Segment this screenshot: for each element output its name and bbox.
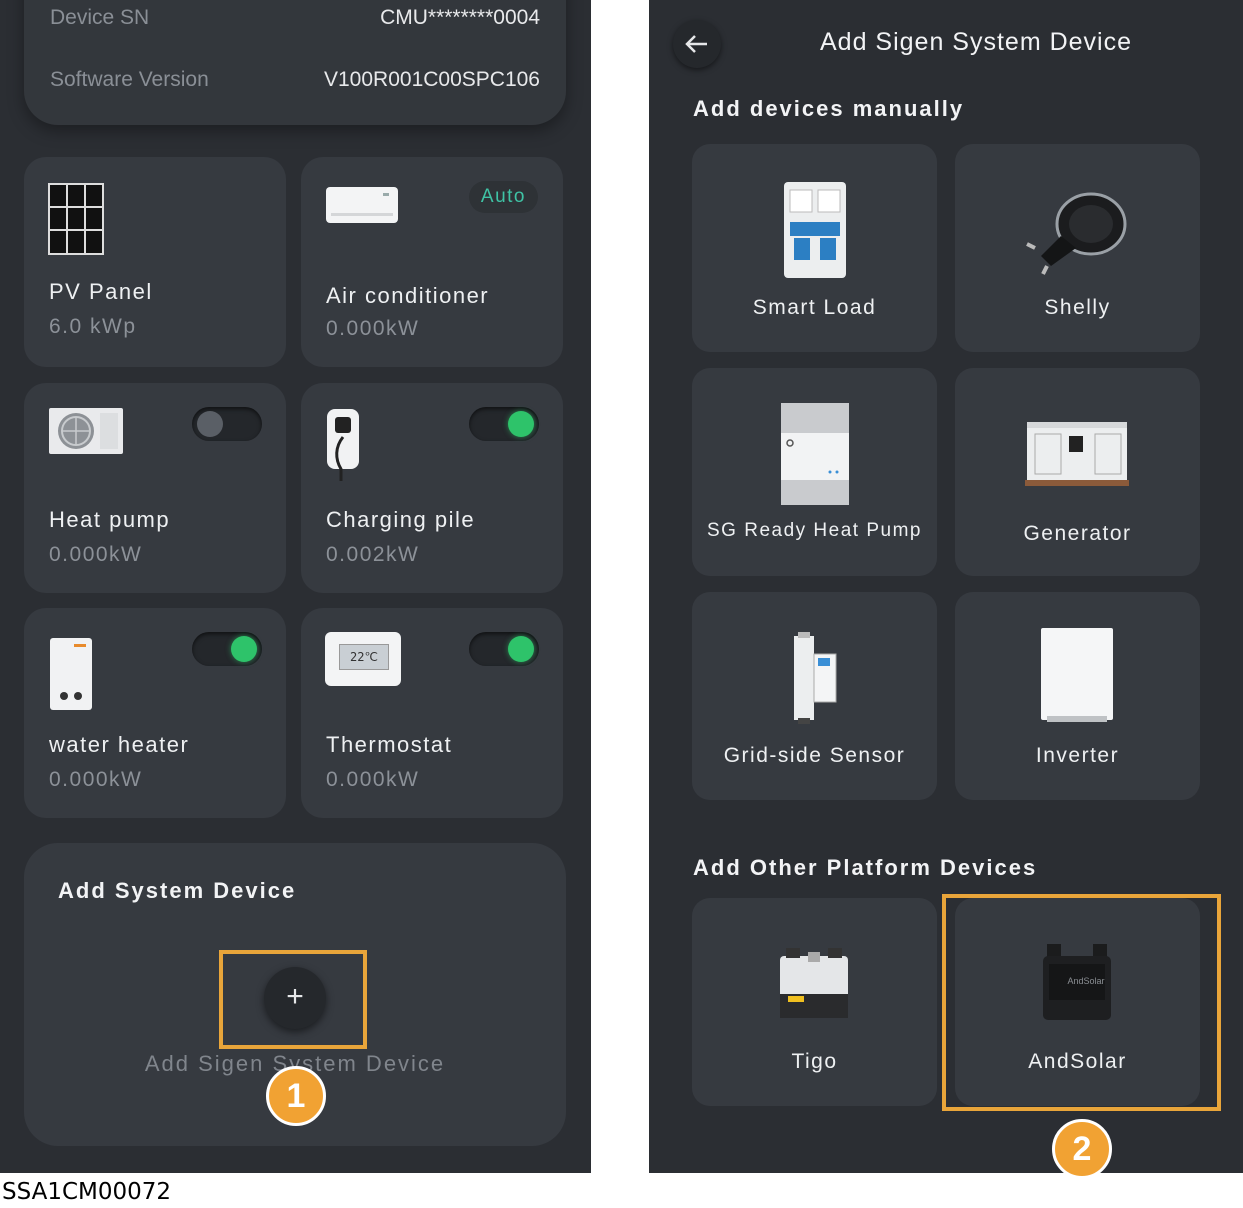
inverter-icon xyxy=(1041,628,1113,722)
device-value: 0.000kW xyxy=(326,317,420,340)
device-name: Heat pump xyxy=(49,507,171,532)
auto-mode-badge: Auto xyxy=(468,181,538,213)
device-tile-shelly[interactable]: Shelly xyxy=(955,144,1200,352)
tile-label: Shelly xyxy=(1044,296,1111,319)
device-list-screen: Device SN CMU********0004 Software Versi… xyxy=(0,0,591,1173)
thermostat-display: 22℃ xyxy=(339,644,389,670)
arrow-left-icon xyxy=(685,35,707,53)
device-card-heat-pump[interactable]: Heat pump 0.000kW xyxy=(24,383,286,593)
device-card-water-heater[interactable]: water heater 0.000kW xyxy=(24,608,286,818)
device-tile-grid-side-sensor[interactable]: Grid-side Sensor xyxy=(692,592,937,800)
add-system-device-title: Add System Device xyxy=(58,878,297,903)
tigo-device-icon xyxy=(780,948,848,1018)
device-name: Charging pile xyxy=(326,507,476,532)
grid-sensor-icon xyxy=(794,632,837,724)
device-card-pv-panel[interactable]: PV Panel 6.0 kWp xyxy=(24,157,286,367)
tile-label: SG Ready Heat Pump xyxy=(707,520,922,541)
software-version-value: V100R001C00SPC106 xyxy=(324,68,540,91)
thermostat-icon: 22℃ xyxy=(325,632,401,686)
figure-caption: SSA1CM00072 xyxy=(2,1179,172,1205)
toggle-knob xyxy=(508,411,534,437)
sg-ready-heat-pump-icon xyxy=(781,403,849,505)
device-card-charging-pile[interactable]: Charging pile 0.002kW xyxy=(301,383,563,593)
pv-panel-icon xyxy=(48,183,104,255)
device-sn-value: CMU********0004 xyxy=(380,6,540,29)
other-platform-section-title: Add Other Platform Devices xyxy=(693,855,1038,880)
device-tile-smart-load[interactable]: Smart Load xyxy=(692,144,937,352)
generator-icon xyxy=(1025,422,1129,486)
tile-label: Generator xyxy=(1023,522,1132,545)
device-name: water heater xyxy=(49,732,190,757)
device-sn-row: Device SN CMU********0004 xyxy=(50,6,540,36)
heat-pump-icon xyxy=(49,408,123,454)
device-tile-inverter[interactable]: Inverter xyxy=(955,592,1200,800)
shelly-plug-icon xyxy=(1026,192,1127,275)
device-name: PV Panel xyxy=(49,279,153,304)
thermostat-toggle[interactable] xyxy=(469,632,539,666)
highlight-box-step-2 xyxy=(942,894,1221,1111)
water-heater-toggle[interactable] xyxy=(192,632,262,666)
device-value: 0.000kW xyxy=(326,768,420,791)
charging-pile-icon xyxy=(327,409,359,481)
water-heater-icon xyxy=(50,638,92,710)
toggle-knob xyxy=(231,636,257,662)
software-version-row: Software Version V100R001C00SPC106 xyxy=(50,68,540,98)
device-value: 0.000kW xyxy=(49,543,143,566)
page-title: Add Sigen System Device xyxy=(819,28,1133,56)
system-info-card: Device SN CMU********0004 Software Versi… xyxy=(24,0,566,125)
tile-label: Smart Load xyxy=(752,296,877,319)
toggle-knob xyxy=(508,636,534,662)
device-name: Air conditioner xyxy=(326,283,490,308)
smart-load-icon xyxy=(784,182,846,278)
charging-pile-toggle[interactable] xyxy=(469,407,539,441)
device-name: Thermostat xyxy=(326,732,453,757)
highlight-box-step-1 xyxy=(219,950,367,1049)
device-card-thermostat[interactable]: 22℃ Thermostat 0.000kW xyxy=(301,608,563,818)
tile-label: Grid-side Sensor xyxy=(723,744,906,767)
tile-label: Inverter xyxy=(1035,744,1120,767)
device-value: 0.002kW xyxy=(326,543,420,566)
toggle-knob xyxy=(197,411,223,437)
software-version-label: Software Version xyxy=(50,68,209,91)
tile-label: Tigo xyxy=(791,1050,838,1073)
back-button[interactable] xyxy=(673,20,721,68)
device-value: 6.0 kWp xyxy=(49,315,137,338)
device-tile-generator[interactable]: Generator xyxy=(955,368,1200,576)
device-tile-tigo[interactable]: Tigo xyxy=(692,898,937,1106)
step-number-2: 2 xyxy=(1052,1119,1112,1179)
heat-pump-toggle[interactable] xyxy=(192,407,262,441)
device-tile-sg-ready-heat-pump[interactable]: SG Ready Heat Pump xyxy=(692,368,937,576)
manual-section-title: Add devices manually xyxy=(693,96,965,121)
air-conditioner-icon xyxy=(326,187,398,223)
device-card-air-conditioner[interactable]: Auto Air conditioner 0.000kW xyxy=(301,157,563,367)
device-sn-label: Device SN xyxy=(50,6,150,29)
step-number-1: 1 xyxy=(266,1066,326,1126)
device-value: 0.000kW xyxy=(49,768,143,791)
